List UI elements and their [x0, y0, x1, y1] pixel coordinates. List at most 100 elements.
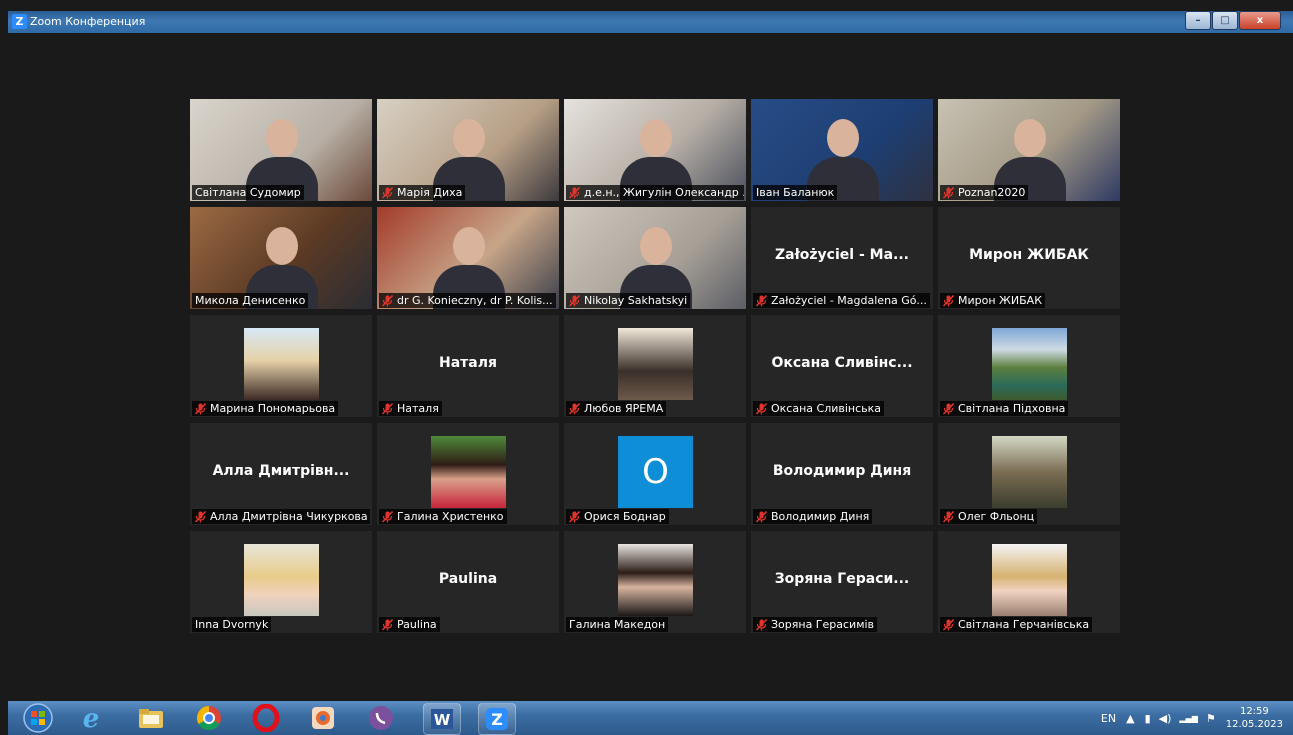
participant-name: Paulina	[397, 618, 437, 631]
participant-tile[interactable]: Марія Диха	[377, 99, 559, 201]
participant-tile[interactable]: Любов ЯРЕМА	[564, 315, 746, 417]
participant-tile[interactable]: Галина Христенко	[377, 423, 559, 525]
participant-display-name: Paulina	[438, 571, 498, 587]
signal-icon[interactable]: ▂▄▆	[1179, 714, 1197, 723]
muted-mic-icon	[756, 618, 767, 631]
participant-name-label: Іван Баланюк	[753, 185, 838, 200]
close-button[interactable]: x	[1239, 11, 1281, 30]
participant-tile[interactable]: dr G. Konieczny, dr P. Kolis...	[377, 207, 559, 309]
participant-tile[interactable]: Світлана Герчанівська	[938, 531, 1120, 633]
participant-tile[interactable]: Paulina Paulina	[377, 531, 559, 633]
file-explorer-icon[interactable]	[133, 703, 169, 733]
participant-tile[interactable]: Володимир Диня Володимир Диня	[751, 423, 933, 525]
participant-tile[interactable]: д.е.н., Жигулін Олександр ...	[564, 99, 746, 201]
maximize-button[interactable]: □	[1212, 11, 1238, 30]
system-tray: EN ▲ ▮ ◀) ▂▄▆ ⚑ 12:59 12.05.2023	[1101, 701, 1283, 735]
muted-mic-icon	[195, 510, 206, 523]
minimize-button[interactable]: –	[1185, 11, 1211, 30]
muted-mic-icon	[382, 294, 393, 307]
participant-tile[interactable]: Олег Фльонц	[938, 423, 1120, 525]
participant-name-label: dr G. Konieczny, dr P. Kolis...	[379, 293, 556, 308]
participant-name-label: Володимир Диня	[753, 509, 873, 524]
window-titlebar[interactable]: Z Zoom Конференция – □ x	[8, 11, 1293, 33]
participant-tile[interactable]: Nikolay Sakhatskyi	[564, 207, 746, 309]
participant-name: Мирон ЖИБАК	[958, 294, 1042, 307]
participant-name: Оксана Сливінська	[771, 402, 882, 415]
language-indicator[interactable]: EN	[1101, 712, 1116, 725]
participant-display-name: Наталя	[439, 355, 497, 371]
participant-silhouette	[640, 227, 672, 265]
action-center-flag-icon[interactable]: ⚑	[1206, 712, 1216, 725]
participant-tile[interactable]: Inna Dvornyk	[190, 531, 372, 633]
participant-tile[interactable]: Оксана Сливінс... Оксана Сливінська	[751, 315, 933, 417]
participant-avatar	[618, 328, 693, 400]
participant-tile[interactable]: Микола Денисенко	[190, 207, 372, 309]
participant-name: Галина Христенко	[397, 510, 504, 523]
participant-avatar	[992, 436, 1067, 508]
muted-mic-icon	[756, 510, 767, 523]
muted-mic-icon	[382, 618, 393, 631]
volume-icon[interactable]: ◀)	[1159, 712, 1172, 725]
participant-tile[interactable]: Мирон ЖИБАК Мирон ЖИБАК	[938, 207, 1120, 309]
participant-tile[interactable]: Галина Македон	[564, 531, 746, 633]
participant-name-label: Галина Христенко	[379, 509, 507, 524]
show-hidden-icons-icon[interactable]: ▲	[1126, 712, 1134, 725]
muted-mic-icon	[195, 402, 206, 415]
muted-mic-icon	[382, 402, 393, 415]
participant-tile[interactable]: Марина Пономарьова	[190, 315, 372, 417]
word-icon[interactable]: W	[423, 703, 461, 735]
participant-tile[interactable]: Założyciel - Ma... Założyciel - Magdalena…	[751, 207, 933, 309]
clock-time: 12:59	[1239, 706, 1269, 717]
participant-name: Наталя	[397, 402, 439, 415]
participant-name: Світлана Підховна	[958, 402, 1066, 415]
window-title: Zoom Конференция	[30, 15, 146, 28]
participant-name-label: Олег Фльонц	[940, 509, 1038, 524]
internet-explorer-icon[interactable]: e	[73, 703, 109, 733]
muted-mic-icon	[756, 402, 767, 415]
network-icon[interactable]: ▮	[1145, 712, 1151, 725]
participant-tile[interactable]: Іван Баланюк	[751, 99, 933, 201]
windows-taskbar: e W Z EN ▲ ▮ ◀) ▂▄▆ ⚑ 12:59 12.05.2023	[8, 701, 1293, 735]
participant-tile[interactable]: Зоряна Гераси... Зоряна Герасимів	[751, 531, 933, 633]
viber-icon[interactable]	[363, 703, 399, 733]
participant-name-label: Мирон ЖИБАК	[940, 293, 1045, 308]
participant-silhouette	[266, 119, 298, 157]
participant-name: Олег Фльонц	[958, 510, 1035, 523]
participant-name: Założyciel - Magdalena Gó...	[771, 294, 927, 307]
opera-icon[interactable]	[248, 703, 284, 733]
participant-silhouette	[266, 227, 298, 265]
participant-name: Микола Денисенко	[195, 294, 306, 307]
muted-mic-icon	[569, 402, 580, 415]
gallery-view: Світлана Судомир Марія Диха д.е.н., Жигулі…	[8, 33, 1293, 701]
participant-name: Nikolay Sakhatskyi	[584, 294, 688, 307]
window-controls: – □ x	[1184, 11, 1281, 30]
participant-tile[interactable]: Poznan2020	[938, 99, 1120, 201]
participant-name-label: д.е.н., Жигулін Олександр ...	[566, 185, 744, 200]
clock[interactable]: 12:59 12.05.2023	[1226, 705, 1283, 731]
participant-display-name: Володимир Диня	[772, 463, 912, 479]
start-orb-icon[interactable]	[20, 703, 56, 733]
participant-tile[interactable]: Наталя Наталя	[377, 315, 559, 417]
participant-avatar	[244, 544, 319, 616]
participant-tile[interactable]: Світлана Судомир	[190, 99, 372, 201]
participant-silhouette	[827, 119, 859, 157]
participant-avatar	[431, 436, 506, 508]
participant-tile[interactable]: O Орися Боднар	[564, 423, 746, 525]
participant-silhouette	[640, 119, 672, 157]
participant-name: Володимир Диня	[771, 510, 870, 523]
settings-app-icon[interactable]	[305, 703, 341, 733]
participant-display-name: Зоряна Гераси...	[774, 571, 910, 587]
chrome-icon[interactable]	[191, 703, 227, 733]
participant-avatar	[992, 544, 1067, 616]
participant-name: dr G. Konieczny, dr P. Kolis...	[397, 294, 553, 307]
muted-mic-icon	[382, 510, 393, 523]
zoom-icon[interactable]: Z	[478, 703, 516, 735]
participant-tile[interactable]: Світлана Підховна	[938, 315, 1120, 417]
participant-name-label: Założyciel - Magdalena Gó...	[753, 293, 930, 308]
participant-name: Любов ЯРЕМА	[584, 402, 664, 415]
participant-tile[interactable]: Алла Дмитрівн... Алла Дмитрівна Чикуркова	[190, 423, 372, 525]
muted-mic-icon	[943, 186, 954, 199]
participant-display-name: Алла Дмитрівн...	[212, 463, 350, 479]
svg-text:Z: Z	[491, 710, 503, 729]
participant-name-label: Poznan2020	[940, 185, 1029, 200]
